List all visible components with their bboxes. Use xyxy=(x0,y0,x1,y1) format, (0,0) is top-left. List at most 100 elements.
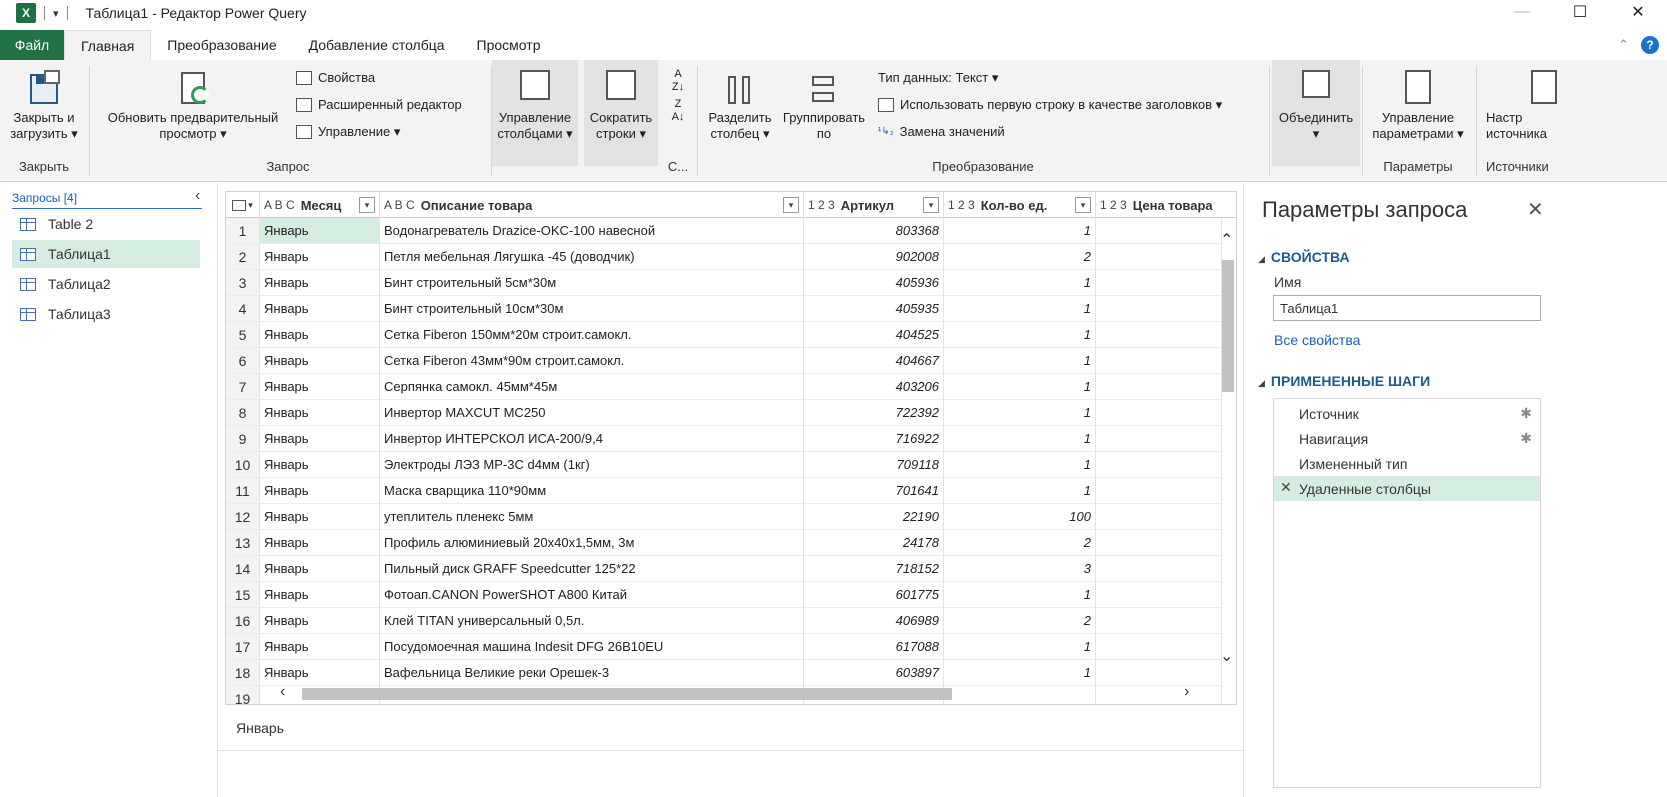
cell-article[interactable]: 718152 xyxy=(804,556,944,582)
cell-quantity[interactable]: 1 xyxy=(944,218,1096,244)
cell-description[interactable]: Серпянка самокл. 45мм*45м xyxy=(380,374,804,400)
queries-header[interactable]: Запросы [4] xyxy=(12,191,77,205)
cell-quantity[interactable]: 1 xyxy=(944,296,1096,322)
close-and-load-button[interactable]: Закрыть и загрузить ▾ xyxy=(6,70,82,142)
cell-month[interactable]: Январь xyxy=(260,426,380,452)
cell-description[interactable]: Электроды ЛЭЗ МР-3С d4мм (1кг) xyxy=(380,452,804,478)
cell-month[interactable]: Январь xyxy=(260,270,380,296)
data-type-dropdown[interactable]: Тип данных: Текст ▾ xyxy=(878,70,998,86)
advanced-editor-button[interactable]: Расширенный редактор xyxy=(296,97,462,112)
step-removed-columns[interactable]: ✕ Удаленные столбцы xyxy=(1274,476,1540,501)
step-settings-gear-icon[interactable]: ✱ xyxy=(1520,405,1532,422)
cell-month[interactable]: Январь xyxy=(260,374,380,400)
reduce-rows-button[interactable]: Сократить строки ▾ xyxy=(584,70,658,142)
cell-article[interactable]: 617088 xyxy=(804,634,944,660)
tab-file[interactable]: Файл xyxy=(0,30,64,60)
row-number[interactable]: 14 xyxy=(226,556,260,582)
row-number[interactable]: 1 xyxy=(226,218,260,244)
cell-price[interactable] xyxy=(1096,478,1222,504)
cell-price[interactable] xyxy=(1096,270,1222,296)
cell-quantity[interactable]: 1 xyxy=(944,270,1096,296)
cell-month[interactable]: Январь xyxy=(260,660,380,686)
use-first-row-as-headers-button[interactable]: Использовать первую строку в качестве за… xyxy=(878,97,1222,113)
cell-month[interactable]: Январь xyxy=(260,608,380,634)
collapse-ribbon-icon[interactable]: ⌃ xyxy=(1618,37,1629,53)
scroll-down-icon[interactable]: ⌄ xyxy=(1220,646,1233,666)
manage-columns-button[interactable]: Управление столбцами ▾ xyxy=(494,70,576,142)
column-header-price[interactable]: 1 2 3 Цена товара xyxy=(1096,192,1236,218)
cell-quantity[interactable]: 100 xyxy=(944,504,1096,530)
cell-description[interactable]: Водонагреватель Drazice-OKC-100 навесной xyxy=(380,218,804,244)
cell-description[interactable]: Фотоап.CANON PowerSHOT A800 Китай xyxy=(380,582,804,608)
query-item-tablitsa1[interactable]: Таблица1 xyxy=(12,240,200,268)
cell-price[interactable] xyxy=(1096,348,1222,374)
cell-article[interactable]: 722392 xyxy=(804,400,944,426)
column-header-description[interactable]: A B C Описание товара ▾ xyxy=(380,192,804,218)
row-number[interactable]: 18 xyxy=(226,660,260,686)
scroll-up-icon[interactable]: ⌃ xyxy=(1220,230,1233,250)
row-number[interactable]: 8 xyxy=(226,400,260,426)
cell-article[interactable]: 403206 xyxy=(804,374,944,400)
query-item-tablitsa2[interactable]: Таблица2 xyxy=(12,270,200,298)
scroll-right-icon[interactable]: › xyxy=(1184,683,1189,701)
cell-description[interactable]: Маска сварщика 110*90мм xyxy=(380,478,804,504)
scroll-left-icon[interactable]: ‹ xyxy=(280,683,285,701)
all-properties-link[interactable]: Все свойства xyxy=(1274,332,1360,348)
cell-article[interactable]: 902008 xyxy=(804,244,944,270)
applied-steps-header[interactable]: ◢ ПРИМЕНЕННЫЕ ШАГИ xyxy=(1258,373,1430,389)
vertical-scroll-thumb[interactable] xyxy=(1222,260,1234,392)
query-item-table-2[interactable]: Table 2 xyxy=(12,210,200,238)
cell-quantity[interactable]: 2 xyxy=(944,608,1096,634)
row-number[interactable]: 12 xyxy=(226,504,260,530)
cell-quantity[interactable]: 1 xyxy=(944,452,1096,478)
cell-month[interactable]: Январь xyxy=(260,556,380,582)
row-number[interactable]: 6 xyxy=(226,348,260,374)
cell-month[interactable]: Январь xyxy=(260,218,380,244)
cell-quantity[interactable]: 1 xyxy=(944,660,1096,686)
row-number[interactable]: 10 xyxy=(226,452,260,478)
row-number[interactable]: 2 xyxy=(226,244,260,270)
cell-price[interactable] xyxy=(1096,244,1222,270)
manage-parameters-button[interactable]: Управление параметрами ▾ xyxy=(1363,70,1473,142)
cell-month[interactable]: Январь xyxy=(260,244,380,270)
cell-price[interactable] xyxy=(1096,218,1222,244)
cell-description[interactable]: Бинт строительный 5см*30м xyxy=(380,270,804,296)
cell-price[interactable] xyxy=(1096,452,1222,478)
cell-month[interactable]: Январь xyxy=(260,452,380,478)
cell-price[interactable] xyxy=(1096,530,1222,556)
manage-button[interactable]: Управление ▾ xyxy=(296,124,400,140)
cell-description[interactable]: Сетка Fiberon 150мм*20м строит.самокл. xyxy=(380,322,804,348)
table-menu-icon[interactable]: ▾ xyxy=(226,192,260,218)
cell-description[interactable]: Клей TITAN универсальный 0,5л. xyxy=(380,608,804,634)
cell-article[interactable]: 716922 xyxy=(804,426,944,452)
filter-dropdown-icon[interactable]: ▾ xyxy=(783,197,799,213)
row-number[interactable]: 3 xyxy=(226,270,260,296)
row-number[interactable]: 17 xyxy=(226,634,260,660)
cell-article[interactable]: 603897 xyxy=(804,660,944,686)
cell-description[interactable]: Петля мебельная Лягушка -45 (доводчик) xyxy=(380,244,804,270)
query-item-tablitsa3[interactable]: Таблица3 xyxy=(12,300,200,328)
cell-price[interactable] xyxy=(1096,660,1222,686)
cell-price[interactable] xyxy=(1096,374,1222,400)
cell-article[interactable]: 404667 xyxy=(804,348,944,374)
row-number[interactable]: 9 xyxy=(226,426,260,452)
quick-access-dropdown-icon[interactable]: ▾ xyxy=(53,7,59,20)
row-number[interactable]: 15 xyxy=(226,582,260,608)
cell-description[interactable]: Вафельница Великие реки Орешек-3 xyxy=(380,660,804,686)
cell-price[interactable] xyxy=(1096,296,1222,322)
group-by-button[interactable]: Группировать по xyxy=(778,70,870,142)
cell-article[interactable]: 405936 xyxy=(804,270,944,296)
number-type-icon[interactable]: 1 2 3 xyxy=(1100,198,1127,212)
cell-month[interactable]: Январь xyxy=(260,634,380,660)
cell-quantity[interactable]: 1 xyxy=(944,400,1096,426)
cell-price[interactable] xyxy=(1096,634,1222,660)
cell-month[interactable]: Январь xyxy=(260,348,380,374)
text-type-icon[interactable]: A B C xyxy=(264,198,295,212)
column-header-month[interactable]: A B C Месяц ▾ xyxy=(260,192,380,218)
column-header-quantity[interactable]: 1 2 3 Кол-во ед. ▾ xyxy=(944,192,1096,218)
cell-description[interactable]: Профиль алюминиевый 20х40х1,5мм, 3м xyxy=(380,530,804,556)
cell-price[interactable] xyxy=(1096,608,1222,634)
cell-description[interactable]: Посудомоечная машина Indesit DFG 26B10EU xyxy=(380,634,804,660)
row-number[interactable]: 16 xyxy=(226,608,260,634)
row-number[interactable]: 19 xyxy=(226,686,260,704)
